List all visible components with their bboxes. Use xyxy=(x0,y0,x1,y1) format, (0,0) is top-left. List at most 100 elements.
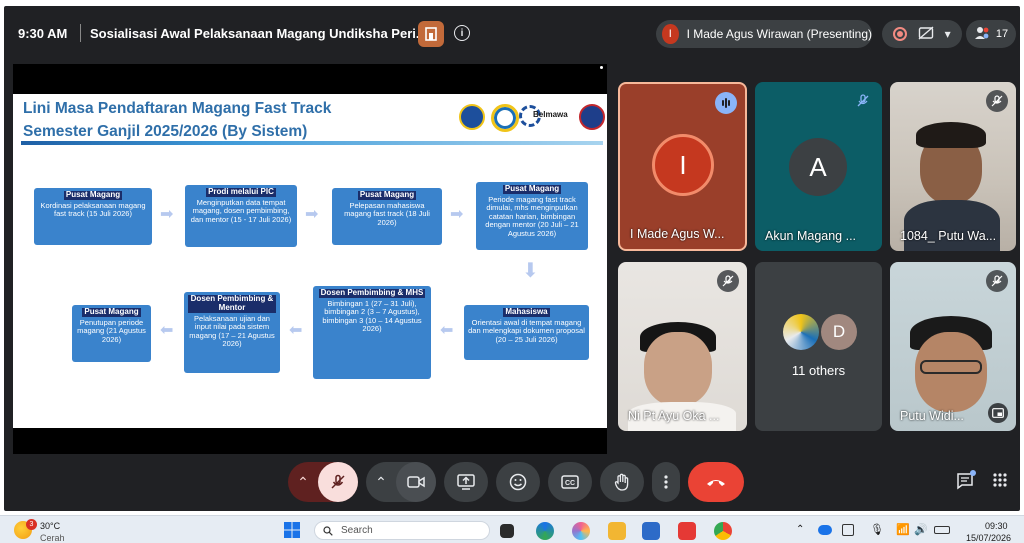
slide: Lini Masa Pendaftaran Magang Fast Track … xyxy=(13,94,607,428)
participants-button[interactable]: 17 xyxy=(966,20,1016,48)
box-6-body: Bimbingan 1 (27 – 31 Juli), bimbingan 2 … xyxy=(322,298,422,334)
tile-name-putu-widi: Putu Widi... xyxy=(900,409,964,423)
tile-others[interactable]: D 11 others xyxy=(755,262,882,431)
weather-desc[interactable]: Cerah xyxy=(40,533,65,543)
arrow-down-icon: ⬇ xyxy=(522,260,539,282)
more-options-button[interactable] xyxy=(652,462,680,502)
tile-ni-pt-ayu[interactable]: Ni Pt Ayu Oka ... xyxy=(618,262,747,431)
mic-off-icon xyxy=(986,90,1008,112)
windows-start-icon[interactable] xyxy=(284,522,300,543)
microsoft-store-icon[interactable] xyxy=(642,522,660,540)
mic-options-chevron-icon[interactable]: ⌃ xyxy=(288,474,318,491)
chevron-down-icon[interactable]: ▾ xyxy=(945,27,951,41)
university-logo xyxy=(459,104,485,130)
battery-icon[interactable] xyxy=(934,526,950,534)
taskbar-clock-time[interactable]: 09:30 xyxy=(985,521,1008,531)
taskbar-clock-date[interactable]: 15/07/2026 xyxy=(966,533,1011,543)
tile-name-ni-pt-ayu: Ni Pt Ayu Oka ... xyxy=(628,409,720,423)
captions-off-icon[interactable] xyxy=(918,25,934,43)
wifi-icon[interactable]: 📶 xyxy=(896,523,910,536)
tile-putu-widi[interactable]: Putu Widi... xyxy=(890,262,1016,431)
camera-options-chevron-icon[interactable]: ⌃ xyxy=(366,474,396,491)
wps-office-icon[interactable] xyxy=(678,522,696,540)
security-icon[interactable] xyxy=(842,524,854,536)
speaking-indicator-icon xyxy=(715,92,737,114)
mic-off-icon xyxy=(717,270,739,292)
title-underline xyxy=(21,141,603,145)
arrow-left-icon: ⬅ xyxy=(160,322,174,339)
captions-button[interactable]: CC xyxy=(548,462,592,502)
apps-grid-icon xyxy=(993,473,1007,487)
presenter-indicator[interactable]: I I Made Agus Wirawan (Presenting) xyxy=(656,20,872,48)
hand-icon xyxy=(614,473,629,491)
task-view-icon[interactable] xyxy=(500,524,514,538)
participant-video-glasses xyxy=(920,360,982,374)
participant-count: 17 xyxy=(995,28,1009,40)
weather-temp[interactable]: 30°C xyxy=(40,521,60,531)
onedrive-icon[interactable] xyxy=(818,525,832,535)
belmawa-logo-text: Belmawa xyxy=(533,110,568,119)
arrow-right-icon: ➡ xyxy=(450,206,464,223)
raise-hand-button[interactable] xyxy=(600,462,644,502)
chrome-icon[interactable] xyxy=(714,522,732,540)
present-screen-button[interactable] xyxy=(444,462,488,502)
chat-button[interactable] xyxy=(956,470,976,495)
tray-chevron-icon[interactable]: ⌃ xyxy=(796,524,804,535)
mic-off-button[interactable] xyxy=(318,462,358,502)
box-8-heading: Pusat Magang xyxy=(82,307,141,317)
activities-button[interactable] xyxy=(992,472,1008,493)
volume-icon[interactable]: 🔊 xyxy=(914,523,928,536)
edge-browser-icon[interactable] xyxy=(536,522,554,540)
slide-title-line2: Semester Ganjil 2025/2026 (By Sistem) xyxy=(23,123,308,140)
mic-off-icon xyxy=(852,90,874,112)
reactions-button[interactable] xyxy=(496,462,540,502)
microphone-tray-icon[interactable]: 🎙 xyxy=(870,523,884,536)
end-call-icon xyxy=(707,480,725,486)
timeline-box-2: Prodi melalui PIC Menginputkan data temp… xyxy=(185,185,297,247)
emoji-icon xyxy=(509,473,527,491)
box-8-body: Penutupan periode magang (21 Agustus 202… xyxy=(77,317,146,344)
timeline-box-3: Pusat Magang Pelepasan mahasiswa magang … xyxy=(332,188,442,245)
picture-in-picture-icon[interactable] xyxy=(988,403,1008,423)
others-avatar-logo xyxy=(783,314,819,350)
mic-control-group: ⌃ xyxy=(288,462,358,502)
tile-name-putu-wa: 1084_ Putu Wa... xyxy=(900,229,997,243)
svg-text:CC: CC xyxy=(565,480,575,487)
chat-notification-dot xyxy=(970,470,976,476)
tile-akun-magang[interactable]: A Akun Magang ... xyxy=(755,82,882,251)
ministry-logo xyxy=(579,104,605,130)
timeline-box-4: Pusat Magang Periode magang fast track d… xyxy=(476,182,588,250)
taskbar-search-box[interactable]: Search xyxy=(314,521,490,540)
recording-controls[interactable]: ▾ xyxy=(882,20,962,48)
file-explorer-icon[interactable] xyxy=(608,522,626,540)
tile-presenter[interactable]: I I Made Agus W... xyxy=(618,82,747,251)
meeting-info-icon[interactable]: i xyxy=(454,25,470,41)
record-icon[interactable] xyxy=(893,27,908,41)
timeline-box-8: Pusat Magang Penutupan periode magang (2… xyxy=(72,305,151,362)
mic-off-icon xyxy=(986,270,1008,292)
search-icon xyxy=(323,525,333,536)
mic-off-icon xyxy=(331,474,345,489)
meeting-app-icon[interactable] xyxy=(418,21,444,47)
camera-control-group: ⌃ xyxy=(366,462,436,502)
camera-button[interactable] xyxy=(396,462,436,502)
slide-title-line1: Lini Masa Pendaftaran Magang Fast Track xyxy=(23,100,332,117)
box-3-body: Pelepasan mahasiswa magang fast track (1… xyxy=(344,200,430,227)
tile-name-akun-magang: Akun Magang ... xyxy=(765,229,857,243)
tile-name-presenter: I Made Agus W... xyxy=(630,227,725,241)
camera-icon xyxy=(407,476,425,488)
weather-badge: 3 xyxy=(26,519,37,530)
undiksha-logo xyxy=(491,104,519,132)
presenter-avatar: I xyxy=(662,24,679,44)
box-7-body: Pelaksanaan ujian dan input nilai pada s… xyxy=(189,313,275,349)
arrow-left-icon: ⬅ xyxy=(289,322,303,339)
participant-video-hair xyxy=(916,122,986,148)
copilot-icon[interactable] xyxy=(572,522,590,540)
meeting-clock: 9:30 AM xyxy=(18,26,68,41)
akun-magang-avatar: A xyxy=(789,138,847,196)
box-4-heading: Pusat Magang xyxy=(502,184,562,194)
meet-window: 9:30 AM Sosialisasi Awal Pelaksanaan Mag… xyxy=(4,6,1020,511)
tile-putu-wa[interactable]: 1084_ Putu Wa... xyxy=(890,82,1016,251)
presentation-screen: Lini Masa Pendaftaran Magang Fast Track … xyxy=(13,64,607,454)
leave-call-button[interactable] xyxy=(688,462,744,502)
